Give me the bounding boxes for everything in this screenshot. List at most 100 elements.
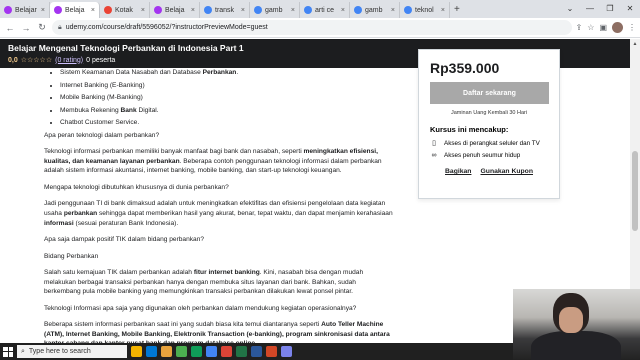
share-button[interactable]: Bagikan xyxy=(445,168,471,175)
tab-close-icon[interactable]: × xyxy=(91,7,95,14)
windows-start-icon[interactable] xyxy=(3,346,13,357)
includes-item-text: Akses penuh seumur hidup xyxy=(444,152,521,159)
tab-close-icon[interactable]: × xyxy=(141,7,145,14)
browser-tab[interactable]: gamb × xyxy=(250,2,300,18)
new-tab-button[interactable]: + xyxy=(450,2,464,18)
share-icon[interactable]: ⇪ xyxy=(576,23,583,32)
tab-close-icon[interactable]: × xyxy=(341,7,345,14)
purchase-card: Rp359.000 Daftar sekarang Jaminan Uang K… xyxy=(418,49,560,199)
includes-title: Kursus ini mencakup: xyxy=(430,125,509,134)
tab-close-icon[interactable]: × xyxy=(441,7,445,14)
toolbar-actions: ⇪ ☆ ▣ ⋮ xyxy=(576,22,636,33)
taskbar-app-icon[interactable] xyxy=(176,346,187,357)
taskbar-app-icon[interactable] xyxy=(281,346,292,357)
browser-tab[interactable]: Belajar × xyxy=(0,2,50,18)
taskbar-app-icon[interactable] xyxy=(206,346,217,357)
webcam-person-body xyxy=(531,331,621,360)
url-text: udemy.com/course/draft/5596052/?instruct… xyxy=(65,24,268,31)
tab-favicon-icon xyxy=(204,6,212,14)
rating-count-link[interactable]: (0 rating) xyxy=(55,57,83,64)
window-controls: ⌄ — ❐ ✕ xyxy=(560,0,640,18)
infinity-icon: ∞ xyxy=(431,152,437,159)
scrollbar-thumb[interactable] xyxy=(632,151,638,231)
tab-close-icon[interactable]: × xyxy=(291,7,295,14)
student-count: 0 peserta xyxy=(86,56,116,64)
tab-label: teknol xyxy=(415,6,434,14)
maximize-icon[interactable]: ❐ xyxy=(600,0,620,18)
webcam-overlay xyxy=(513,289,640,360)
paragraph-3: Salah satu kemajuan TIK dalam perbankan … xyxy=(44,269,364,296)
tab-close-icon[interactable]: × xyxy=(41,7,45,14)
taskbar-app-icon[interactable] xyxy=(161,346,172,357)
browser-toolbar: ← → ↻ 🔒︎ udemy.com/course/draft/5596052/… xyxy=(0,18,640,38)
feature-list: Sistem Keamanan Data Nasabah dan Databas… xyxy=(44,68,394,128)
tab-label: Kotak xyxy=(115,6,133,14)
apply-coupon-button[interactable]: Gunakan Kupon xyxy=(481,168,534,175)
tab-label: arti ce xyxy=(315,6,335,14)
browser-tab-strip: Belajar × Belaja × Kotak × Belaja × transk × gamb ×… xyxy=(0,0,640,18)
browser-tab[interactable]: teknol × xyxy=(400,2,450,18)
taskbar-app-icon[interactable] xyxy=(251,346,262,357)
feature-list-item: Internet Banking (E-Banking) xyxy=(60,81,394,91)
back-icon[interactable]: ← xyxy=(4,23,16,33)
tab-favicon-icon xyxy=(154,6,162,14)
profile-avatar[interactable] xyxy=(612,22,623,33)
tab-label: Belaja xyxy=(165,6,185,14)
browser-tab[interactable]: Belaja × xyxy=(50,2,100,18)
browser-tab[interactable]: transk × xyxy=(200,2,250,18)
taskbar-app-icon[interactable] xyxy=(131,346,142,357)
taskbar-app-icon[interactable] xyxy=(266,346,277,357)
tab-favicon-icon xyxy=(404,6,412,14)
includes-item: ∞ Akses penuh seumur hidup xyxy=(430,152,548,159)
menu-icon[interactable]: ⋮ xyxy=(628,23,636,32)
windows-taskbar: ⌕ Type here to search xyxy=(0,343,513,360)
tab-label: gamb xyxy=(365,6,383,14)
browser-tab[interactable]: Kotak × xyxy=(100,2,150,18)
tab-close-icon[interactable]: × xyxy=(241,7,245,14)
feature-list-item: Sistem Keamanan Data Nasabah dan Databas… xyxy=(60,68,394,78)
browser-tab[interactable]: arti ce × xyxy=(300,2,350,18)
scroll-up-icon[interactable]: ▲ xyxy=(630,39,640,49)
enroll-button[interactable]: Daftar sekarang xyxy=(430,82,549,104)
browser-tab[interactable]: Belaja × xyxy=(150,2,200,18)
question-2: Mengapa teknologi dibutuhkan khususnya d… xyxy=(44,183,229,191)
reload-icon[interactable]: ↻ xyxy=(36,22,48,33)
tab-search-icon[interactable]: ⌄ xyxy=(560,0,580,18)
course-description: Sistem Keamanan Data Nasabah dan Databas… xyxy=(44,68,394,343)
browser-tab[interactable]: gamb × xyxy=(350,2,400,18)
question-4: Teknologi Informasi apa saja yang diguna… xyxy=(44,304,357,312)
mobile-icon: ▯ xyxy=(432,140,436,147)
card-links: Bagikan Gunakan Kupon xyxy=(430,168,548,175)
close-window-icon[interactable]: ✕ xyxy=(620,0,640,18)
taskbar-app-icon[interactable] xyxy=(191,346,202,357)
tab-label: gamb xyxy=(265,6,283,14)
taskbar-app-icon[interactable] xyxy=(146,346,157,357)
tab-label: Belajar xyxy=(15,6,37,14)
feature-list-item: Membuka Rekening Bank Digital. xyxy=(60,106,394,116)
taskbar-app-icon[interactable] xyxy=(221,346,232,357)
tab-favicon-icon xyxy=(354,6,362,14)
minimize-icon[interactable]: — xyxy=(580,0,600,18)
tab-favicon-icon xyxy=(254,6,262,14)
question-1: Apa peran teknologi dalam perbankan? xyxy=(44,131,160,139)
tab-close-icon[interactable]: × xyxy=(191,7,195,14)
webcam-person-face xyxy=(559,307,583,333)
subheading: Bidang Perbankan xyxy=(44,252,99,260)
tab-favicon-icon xyxy=(304,6,312,14)
tab-close-icon[interactable]: × xyxy=(391,7,395,14)
address-bar[interactable]: 🔒︎ udemy.com/course/draft/5596052/?instr… xyxy=(52,20,572,35)
feature-list-item: Mobile Banking (M-Banking) xyxy=(60,93,394,103)
taskbar-app-icon[interactable] xyxy=(236,346,247,357)
forward-icon[interactable]: → xyxy=(20,23,32,33)
tab-label: Belaja xyxy=(65,6,85,14)
includes-item-text: Akses di perangkat seluler dan TV xyxy=(444,139,540,147)
rating-value: 0,0 xyxy=(8,56,18,64)
extensions-icon[interactable]: ▣ xyxy=(599,23,607,32)
includes-item: ▯ Akses di perangkat seluler dan TV xyxy=(430,139,548,148)
question-3: Apa saja dampak positif TIK dalam bidang… xyxy=(44,236,205,244)
money-back-guarantee: Jaminan Uang Kembali 30 Hari xyxy=(450,110,528,116)
feature-list-item: Chatbot Customer Service. xyxy=(60,118,394,128)
rating-stars-icon: ☆☆☆☆☆ xyxy=(20,57,53,64)
taskbar-search[interactable]: ⌕ Type here to search xyxy=(17,345,127,358)
star-icon[interactable]: ☆ xyxy=(587,23,594,32)
